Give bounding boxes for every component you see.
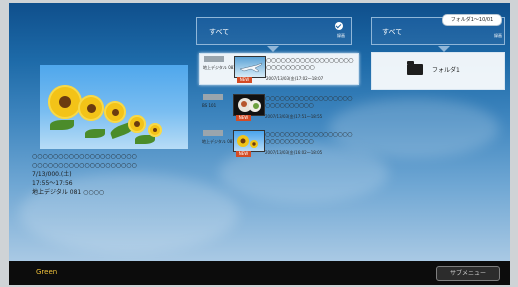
bottom-bar: Green サブメニュー (9, 261, 510, 285)
color-key-icon[interactable]: Green (36, 268, 57, 276)
item-source: 地上デジタル 081 (202, 139, 235, 144)
thumbnail-sunflower (233, 130, 265, 152)
thumbnail-label (204, 56, 224, 62)
program-details: ○○○○○○○○○○○○○○○○○○○○ ○○○○○○○○○○○○○○○○○○○… (32, 152, 202, 197)
item-date: 2007/13/03(金)16:02～18:05 (265, 150, 323, 155)
item-date: 2007/13/03(金)17:02～18:07 (266, 76, 324, 81)
thumbnail-label (203, 94, 223, 100)
list-item[interactable]: 地上デジタル 081 NEW ○○○○○○○○○○○○○○○○○○○○○○○○○… (199, 128, 357, 158)
new-badge: NEW (236, 151, 251, 157)
thumbnail-plane (234, 56, 266, 78)
thumbnail-food (233, 94, 265, 116)
food-icon (238, 98, 261, 112)
preview-image (40, 65, 188, 149)
folder-count-badge: フォルダ1～10/01 (442, 14, 502, 26)
submenu-button[interactable]: サブメニュー (436, 266, 500, 281)
thumbnail-label (203, 130, 223, 136)
list-item[interactable]: BS 101 NEW ○○○○○○○○○○○○○○○○○○○○○○○○○○○○ … (199, 92, 357, 122)
program-title-line-1: ○○○○○○○○○○○○○○○○○○○○ (32, 153, 137, 160)
header-pointer-icon (267, 46, 279, 52)
item-source: 地上デジタル 081 (203, 65, 236, 70)
program-channel: 地上デジタル 081 ○○○○ (32, 189, 105, 196)
item-title: ○○○○○○○○○○○○○○○○○○○○○○○○○○○○ (265, 131, 353, 145)
header-title: すべて (209, 28, 230, 36)
program-title-line-2: ○○○○○○○○○○○○○○○○○○○○ (32, 162, 137, 169)
folder-name: フォルダ1 (432, 67, 460, 74)
sunflower-icon (237, 135, 258, 148)
airplane-icon (239, 62, 263, 73)
folder-header-label: 録画 (494, 33, 502, 38)
new-badge: NEW (236, 115, 251, 121)
recorded-list-screen: ○○○○○○○○○○○○○○○○○○○○ ○○○○○○○○○○○○○○○○○○○… (9, 3, 510, 261)
list-header[interactable]: すべて 録画 (196, 17, 352, 45)
item-title: ○○○○○○○○○○○○○○○○○○○○○○○○○○○○ (265, 95, 353, 109)
program-date: 7/13/000.(土) (32, 171, 72, 178)
item-date: 2007/13/03(金)17:51～18:55 (265, 114, 323, 119)
folder-icon (407, 61, 423, 75)
new-badge: NEW (237, 77, 252, 83)
folder-item[interactable]: フォルダ1 (371, 52, 505, 90)
check-icon (335, 22, 343, 30)
program-time: 17:55～17:56 (32, 180, 73, 187)
item-title: ○○○○○○○○○○○○○○○○○○○○○○○○○○○○ (266, 57, 354, 71)
header-label: 録画 (337, 33, 345, 38)
list-item[interactable]: 地上デジタル 081 NEW ○○○○○○○○○○○○○○○○○○○○○○○○○… (199, 53, 359, 85)
item-source: BS 101 (202, 103, 217, 108)
folder-header-title: すべて (382, 28, 403, 36)
